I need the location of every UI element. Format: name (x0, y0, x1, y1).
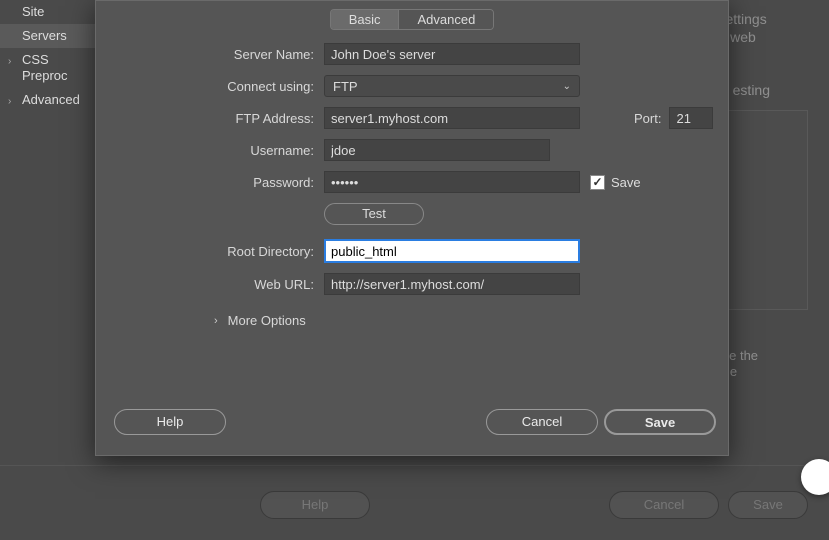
background-footer: Help Cancel Save (0, 465, 829, 540)
dialog-footer: Help Cancel Save (96, 409, 728, 441)
port-label: Port: (634, 111, 661, 126)
chevron-right-icon: › (8, 54, 11, 70)
chevron-right-icon: › (214, 315, 218, 327)
sidebar-item-advanced[interactable]: › Advanced (0, 88, 100, 112)
more-options-label: More Options (228, 313, 306, 328)
root-directory-input[interactable] (324, 239, 580, 263)
settings-sidebar: Site Servers › CSS Preproc › Advanced (0, 0, 100, 112)
sidebar-item-label: Servers (22, 28, 67, 43)
server-name-label: Server Name: (96, 47, 324, 62)
connect-using-select[interactable]: FTP ⌄ (324, 75, 580, 97)
server-name-input[interactable] (324, 43, 580, 65)
cancel-button[interactable]: Cancel (486, 409, 598, 435)
tab-basic[interactable]: Basic (331, 10, 399, 29)
server-form: Server Name: Connect using: FTP ⌄ FTP Ad… (96, 43, 728, 328)
sidebar-item-servers[interactable]: Servers (0, 24, 100, 48)
web-url-label: Web URL: (96, 277, 324, 292)
help-button[interactable]: Help (114, 409, 226, 435)
connect-using-label: Connect using: (96, 79, 324, 94)
username-input[interactable] (324, 139, 550, 161)
sidebar-item-css-preproc[interactable]: › CSS Preproc (0, 48, 100, 88)
sidebar-item-site[interactable]: Site (0, 0, 100, 24)
sidebar-item-label: Advanced (22, 92, 80, 107)
sidebar-item-label: Site (22, 4, 44, 19)
test-button[interactable]: Test (324, 203, 424, 225)
bg-help-button[interactable]: Help (260, 491, 370, 519)
bg-cancel-button[interactable]: Cancel (609, 491, 719, 519)
save-button[interactable]: Save (604, 409, 716, 435)
password-label: Password: (96, 175, 324, 190)
background-panel (728, 110, 808, 310)
sidebar-item-label: CSS Preproc (22, 52, 68, 83)
chevron-down-icon: ⌄ (563, 81, 571, 92)
server-settings-dialog: Basic Advanced Server Name: Connect usin… (95, 0, 729, 456)
root-directory-label: Root Directory: (96, 244, 324, 259)
password-input[interactable] (324, 171, 580, 193)
username-label: Username: (96, 143, 324, 158)
select-value: FTP (333, 79, 358, 94)
bg-save-button[interactable]: Save (728, 491, 808, 519)
web-url-input[interactable] (324, 273, 580, 295)
ftp-address-label: FTP Address: (96, 111, 324, 126)
background-heading: esting (733, 82, 770, 98)
save-password-label: Save (611, 175, 641, 190)
more-options-toggle[interactable]: › More Options (214, 313, 728, 328)
save-password-checkbox[interactable]: ✓ (590, 175, 605, 190)
ftp-address-input[interactable] (324, 107, 580, 129)
tab-advanced[interactable]: Advanced (398, 10, 493, 29)
tab-bar: Basic Advanced (96, 9, 728, 30)
background-hint: ble the the (719, 348, 809, 380)
floating-action-button[interactable] (801, 459, 829, 495)
port-input[interactable] (669, 107, 713, 129)
chevron-right-icon: › (8, 94, 11, 110)
